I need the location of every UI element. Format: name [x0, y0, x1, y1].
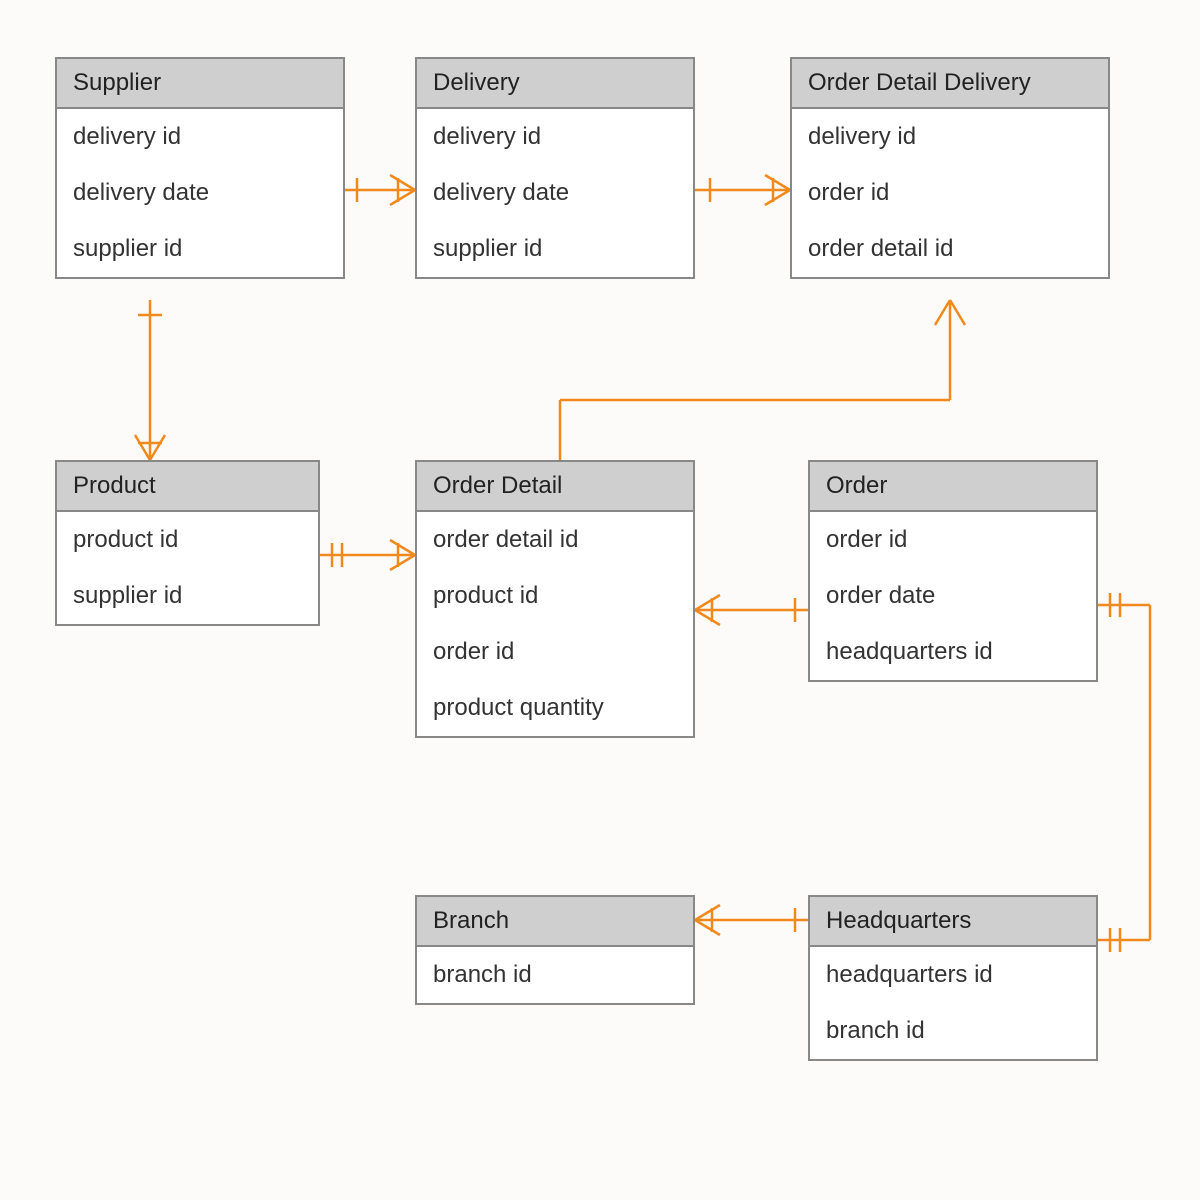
entity-headquarters: Headquarters headquarters id branch id	[808, 895, 1098, 1061]
entity-title: Product	[57, 462, 318, 512]
entity-field: delivery id	[792, 109, 1108, 165]
entity-title: Supplier	[57, 59, 343, 109]
entity-field: headquarters id	[810, 947, 1096, 1003]
entity-product: Product product id supplier id	[55, 460, 320, 626]
entity-field: product id	[417, 568, 693, 624]
entity-field: order detail id	[417, 512, 693, 568]
entity-field: product quantity	[417, 680, 693, 736]
entity-field: delivery id	[57, 109, 343, 165]
entity-order-detail: Order Detail order detail id product id …	[415, 460, 695, 738]
entity-title: Delivery	[417, 59, 693, 109]
entity-field: headquarters id	[810, 624, 1096, 680]
entity-field: order id	[810, 512, 1096, 568]
entity-field: order date	[810, 568, 1096, 624]
entity-title: Order Detail Delivery	[792, 59, 1108, 109]
entity-field: supplier id	[417, 221, 693, 277]
er-diagram-canvas: Supplier delivery id delivery date suppl…	[0, 0, 1200, 1200]
entity-field: branch id	[417, 947, 693, 1003]
entity-supplier: Supplier delivery id delivery date suppl…	[55, 57, 345, 279]
entity-title: Branch	[417, 897, 693, 947]
entity-field: branch id	[810, 1003, 1096, 1059]
entity-title: Order	[810, 462, 1096, 512]
entity-delivery: Delivery delivery id delivery date suppl…	[415, 57, 695, 279]
entity-field: delivery id	[417, 109, 693, 165]
entity-field: supplier id	[57, 221, 343, 277]
entity-branch: Branch branch id	[415, 895, 695, 1005]
entity-title: Order Detail	[417, 462, 693, 512]
entity-field: product id	[57, 512, 318, 568]
entity-title: Headquarters	[810, 897, 1096, 947]
entity-field: order id	[792, 165, 1108, 221]
entity-field: order detail id	[792, 221, 1108, 277]
entity-order-detail-delivery: Order Detail Delivery delivery id order …	[790, 57, 1110, 279]
entity-order: Order order id order date headquarters i…	[808, 460, 1098, 682]
entity-field: supplier id	[57, 568, 318, 624]
entity-field: delivery date	[417, 165, 693, 221]
entity-field: delivery date	[57, 165, 343, 221]
entity-field: order id	[417, 624, 693, 680]
